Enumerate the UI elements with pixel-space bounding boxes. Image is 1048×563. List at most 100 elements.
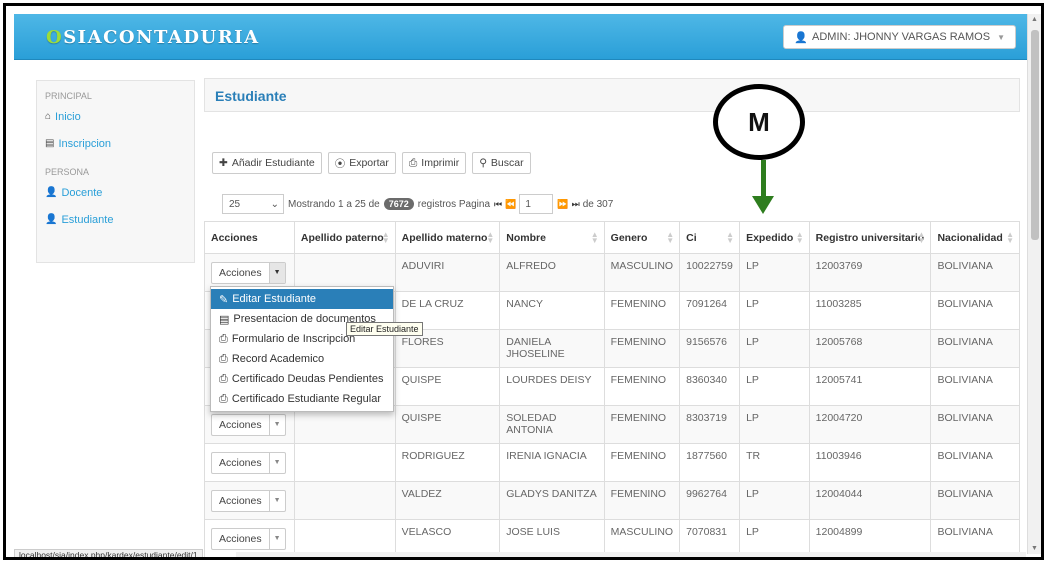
brand-logo[interactable]: OSIACONTADURIA xyxy=(46,27,260,48)
user-icon: 👤 xyxy=(794,31,809,44)
table-cell: LOURDES DEISY xyxy=(499,367,605,406)
column-header[interactable]: Nombre ▲ ▼ xyxy=(499,221,605,254)
column-header[interactable]: Expedido ▲ ▼ xyxy=(739,221,810,254)
menu-item[interactable]: ⎙ Record Academico xyxy=(211,349,393,369)
toolbar: ✚ Añadir Estudiante ⦿ Exportar ⎙ Imprimi… xyxy=(212,152,531,174)
table-cell: LP xyxy=(739,253,810,292)
menu-item[interactable]: ⎙ Certificado Deudas Pendientes xyxy=(211,369,393,389)
chevron-down-icon: ⌄ xyxy=(270,198,279,210)
page-title: Estudiante xyxy=(215,88,287,104)
caret-down-icon[interactable]: ▼ xyxy=(268,452,285,473)
menu-item-label: Formulario de Inscripcion xyxy=(231,333,356,345)
add-student-button[interactable]: ✚ Añadir Estudiante xyxy=(212,152,322,174)
column-header[interactable]: Nacionalidad ▲ ▼ xyxy=(930,221,1020,254)
sidebar-item-inicio[interactable]: ⌂ Inicio xyxy=(37,103,194,130)
scroll-down-icon[interactable]: ▼ xyxy=(1031,545,1038,552)
page-count-text: de 307 xyxy=(582,198,614,210)
print-icon: ⎙ xyxy=(219,332,228,345)
column-header[interactable]: Registro universitario ▲ ▼ xyxy=(808,221,932,254)
button-label: Exportar xyxy=(349,157,389,169)
sort-icon[interactable]: ▲ ▼ xyxy=(591,231,599,245)
annotation-arrow-head-icon xyxy=(752,196,774,214)
sort-icon[interactable]: ▲ ▼ xyxy=(666,231,674,245)
sort-icon[interactable]: ▲ ▼ xyxy=(1006,231,1014,245)
caret-down-icon[interactable]: ▼ xyxy=(268,414,285,435)
export-icon: ⦿ xyxy=(334,157,346,170)
table-cell: SOLEDAD ANTONIA xyxy=(499,405,605,444)
table-cell: VALDEZ xyxy=(394,481,501,520)
print-icon: ⎙ xyxy=(219,392,228,405)
scroll-thumb[interactable] xyxy=(1031,30,1039,240)
sort-icon[interactable]: ▲ ▼ xyxy=(796,231,804,245)
vertical-scrollbar[interactable]: ▲ ▼ xyxy=(1027,14,1041,554)
menu-item[interactable]: ⎙ Certificado Estudiante Regular xyxy=(211,389,393,409)
tooltip: Editar Estudiante xyxy=(346,322,423,336)
actions-dropdown-button[interactable]: Acciones ▼ xyxy=(211,261,286,284)
page-size-select[interactable]: 25 ⌄ xyxy=(222,194,284,214)
table-cell: FEMENINO xyxy=(603,405,681,444)
column-header[interactable]: Acciones xyxy=(204,221,295,254)
column-header[interactable]: Ci ▲ ▼ xyxy=(679,221,741,254)
print-icon: ⎙ xyxy=(408,156,418,169)
table-cell: BOLIVIANA xyxy=(930,329,1020,368)
button-label: Añadir Estudiante xyxy=(231,157,315,169)
table-cell: 8303719 xyxy=(679,405,741,444)
table-cell: FEMENINO xyxy=(603,367,681,406)
table-cell: BOLIVIANA xyxy=(930,367,1020,406)
table-cell: GLADYS DANITZA xyxy=(499,481,605,520)
scroll-up-icon[interactable]: ▲ xyxy=(1031,16,1038,23)
table-cell: 8360340 xyxy=(679,367,741,406)
prev-page-icon[interactable]: ⏪ xyxy=(505,199,516,210)
user-menu-button[interactable]: 👤 ADMIN: JHONNY VARGAS RAMOS ▼ xyxy=(783,25,1016,49)
column-header[interactable]: Apellido paterno ▲ ▼ xyxy=(293,221,396,254)
caret-down-icon[interactable]: ▼ xyxy=(268,490,285,511)
first-page-icon[interactable]: ⏮ xyxy=(494,199,502,210)
actions-dropdown-button[interactable]: Acciones ▼ xyxy=(211,451,286,474)
last-page-icon[interactable]: ⏭ xyxy=(572,199,580,210)
table-cell: 12005768 xyxy=(808,329,932,368)
table-row[interactable]: Acciones ▼ RODRIGUEZ IRENIA IGNACIA FEMENINO… xyxy=(204,443,1020,482)
table-cell xyxy=(293,443,396,482)
column-header[interactable]: Genero ▲ ▼ xyxy=(603,221,681,254)
actions-dropdown-button[interactable]: Acciones ▼ xyxy=(211,527,286,550)
table-cell: 10022759 xyxy=(679,253,741,292)
search-icon: ⚲ xyxy=(479,157,487,169)
screenshot-frame: OSIACONTADURIA 👤 ADMIN: JHONNY VARGAS RA… xyxy=(3,3,1044,560)
panel-header: Estudiante xyxy=(204,78,1020,112)
sort-icon[interactable]: ▲ ▼ xyxy=(486,231,494,245)
print-button[interactable]: ⎙ Imprimir xyxy=(401,152,467,174)
table-cell: NANCY xyxy=(499,291,605,330)
table-cell: IRENIA IGNACIA xyxy=(499,443,605,482)
next-page-icon[interactable]: ⏩ xyxy=(557,199,568,210)
sidebar: PRINCIPAL ⌂ Inicio ▤ Inscripcion PERSONA… xyxy=(36,80,195,263)
actions-label: Acciones xyxy=(219,266,262,279)
menu-item-label: Certificado Deudas Pendientes xyxy=(231,373,384,385)
column-header[interactable]: Apellido materno ▲ ▼ xyxy=(394,221,501,254)
sidebar-item-docente[interactable]: 👤 Docente xyxy=(37,179,194,206)
horizontal-scrollbar[interactable] xyxy=(236,552,1026,557)
sort-icon[interactable]: ▲ ▼ xyxy=(918,231,926,245)
sidebar-item-estudiante[interactable]: 👤 Estudiante xyxy=(37,206,194,233)
export-button[interactable]: ⦿ Exportar xyxy=(327,152,396,174)
table-cell: 12003769 xyxy=(808,253,932,292)
annotation-label: M xyxy=(713,84,805,160)
actions-dropdown-button[interactable]: Acciones ▼ xyxy=(211,489,286,512)
brand-mark: O xyxy=(46,27,64,48)
caret-down-icon[interactable]: ▼ xyxy=(268,528,285,549)
sort-icon[interactable]: ▲ ▼ xyxy=(382,231,390,245)
page-number-input[interactable]: 1 xyxy=(519,194,554,214)
sidebar-item-inscripcion[interactable]: ▤ Inscripcion xyxy=(37,130,194,157)
table-row[interactable]: Acciones ▼ VALDEZ GLADYS DANITZA FEMENINO 996… xyxy=(204,481,1020,520)
sidebar-item-label: Inscripcion xyxy=(58,137,112,150)
sort-icon[interactable]: ▲ ▼ xyxy=(726,231,734,245)
menu-item[interactable]: ✎ Editar Estudiante xyxy=(211,289,393,309)
menu-item-label: Record Academico xyxy=(231,353,325,365)
caret-down-icon[interactable]: ▼ xyxy=(268,262,285,283)
table-cell: 12004044 xyxy=(808,481,932,520)
table-cell: BOLIVIANA xyxy=(930,405,1020,444)
actions-dropdown-button[interactable]: Acciones ▼ xyxy=(211,413,286,436)
home-icon: ⌂ xyxy=(45,111,52,122)
sidebar-item-label: Docente xyxy=(61,186,103,199)
table-cell: BOLIVIANA xyxy=(930,481,1020,520)
search-button[interactable]: ⚲ Buscar xyxy=(472,152,531,174)
